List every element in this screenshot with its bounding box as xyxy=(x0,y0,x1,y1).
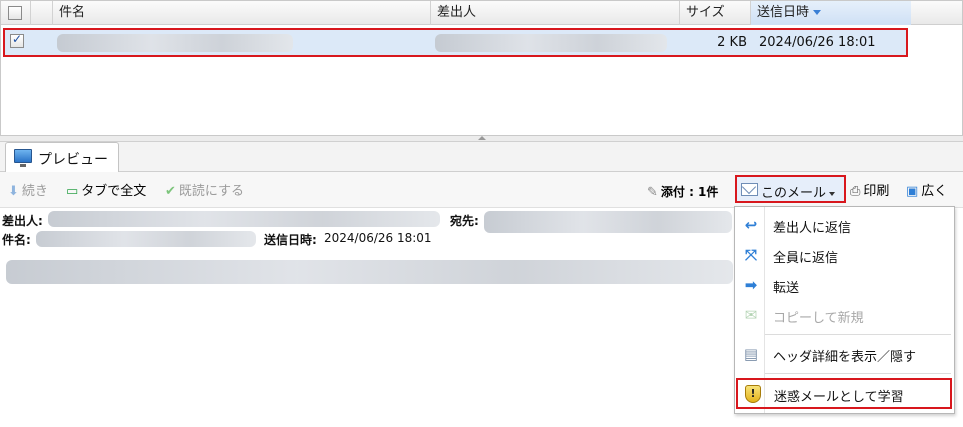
copy-new-icon: ✉ xyxy=(744,306,758,324)
document-icon: ▤ xyxy=(743,345,759,363)
reply-icon: ↩ xyxy=(744,216,758,234)
tab-preview-label: プレビュー xyxy=(38,152,108,168)
row-sent-at: 2024/06/26 18:01 xyxy=(759,35,876,50)
splitter-grip-icon[interactable] xyxy=(478,136,486,140)
tab-plus-icon: ▭ xyxy=(66,183,79,199)
select-all-checkbox[interactable] xyxy=(8,6,22,20)
menu-item-reply[interactable]: ↩ 差出人に返信 xyxy=(735,210,954,240)
mark-read-button[interactable]: ✔ 既読にする xyxy=(165,184,244,200)
menu-separator xyxy=(765,373,951,374)
menu-item-reply-label: 差出人に返信 xyxy=(773,221,852,236)
mail-list: 件名 差出人 サイズ 送信日時 2 KB 2024/06/26 18:01 xyxy=(0,0,963,136)
column-flag[interactable] xyxy=(30,1,52,25)
row-size: 2 KB xyxy=(717,35,747,50)
sent-label: 送信日時: xyxy=(264,233,317,247)
column-sender[interactable]: 差出人 xyxy=(430,1,679,25)
printer-icon: ⎙ xyxy=(850,183,861,199)
mail-row[interactable]: 2 KB 2024/06/26 18:01 xyxy=(3,28,908,57)
menu-item-copy-new-label: コピーして新規 xyxy=(773,311,864,326)
menu-separator xyxy=(765,334,951,335)
column-sent-at-label: 送信日時 xyxy=(757,5,810,20)
menu-item-toggle-headers-label: ヘッダ詳細を表示／隠す xyxy=(773,350,917,365)
menu-item-forward-label: 転送 xyxy=(773,281,800,296)
menu-item-copy-new[interactable]: ✉ コピーして新規 xyxy=(735,300,954,330)
subject-value-redacted xyxy=(36,231,256,247)
reply-all-icon: ⤧ xyxy=(744,246,757,264)
row-checkbox[interactable] xyxy=(10,32,24,48)
preview-tabstrip: プレビュー xyxy=(0,142,963,173)
subject-label: 件名: xyxy=(2,233,31,247)
forward-icon: ➡ xyxy=(744,276,758,294)
attachments-label: 添付 : 1件 xyxy=(660,185,719,199)
this-mail-menu: ↩ 差出人に返信 ⤧ 全員に返信 ➡ 転送 ✉ コピーして新規 ▤ ヘッダ詳細を… xyxy=(734,206,955,414)
next-button[interactable]: ⬇ 続き xyxy=(8,184,48,200)
chevron-down-icon xyxy=(829,191,836,196)
tab-preview[interactable]: プレビュー xyxy=(5,142,119,173)
wide-button[interactable]: ▣ 広く xyxy=(906,184,947,200)
envelope-icon xyxy=(741,183,758,196)
menu-item-learn-spam[interactable]: ! 迷惑メールとして学習 xyxy=(736,378,952,409)
window-icon: ▣ xyxy=(906,183,919,199)
subject-redacted xyxy=(57,34,293,52)
column-size[interactable]: サイズ xyxy=(679,1,750,25)
menu-item-learn-spam-label: 迷惑メールとして学習 xyxy=(774,390,904,405)
check-icon: ✔ xyxy=(165,183,176,199)
from-redacted xyxy=(48,211,440,227)
print-label: 印刷 xyxy=(863,184,890,199)
monitor-icon xyxy=(14,149,32,167)
column-sent-at[interactable]: 送信日時 xyxy=(750,1,911,25)
shield-icon: ! xyxy=(745,385,761,403)
to-label: 宛先: xyxy=(450,214,479,228)
sort-desc-icon xyxy=(813,10,822,15)
full-in-tab-button[interactable]: ▭ タブで全文 xyxy=(66,184,146,200)
from-label: 差出人: xyxy=(2,214,43,228)
this-mail-label: このメール xyxy=(761,182,836,201)
wide-label: 広く xyxy=(921,184,948,199)
menu-item-reply-all[interactable]: ⤧ 全員に返信 xyxy=(735,240,954,270)
mark-read-label: 既読にする xyxy=(178,184,245,199)
to-redacted xyxy=(484,211,732,233)
body-redacted xyxy=(6,260,733,284)
menu-item-toggle-headers[interactable]: ▤ ヘッダ詳細を表示／隠す xyxy=(735,339,954,369)
next-label: 続き xyxy=(21,184,48,199)
sender-redacted xyxy=(435,34,667,52)
full-in-tab-label: タブで全文 xyxy=(81,184,147,199)
this-mail-button[interactable]: このメール xyxy=(735,175,846,203)
menu-item-reply-all-label: 全員に返信 xyxy=(773,251,839,266)
attachments-button[interactable]: ✎ 添付 : 1件 xyxy=(647,184,718,200)
sent-value: 2024/06/26 18:01 xyxy=(324,231,432,245)
print-button[interactable]: ⎙ 印刷 xyxy=(850,184,889,200)
download-arrow-icon: ⬇ xyxy=(8,183,19,199)
column-subject[interactable]: 件名 xyxy=(52,1,430,25)
list-header: 件名 差出人 サイズ 送信日時 xyxy=(1,1,962,25)
menu-item-forward[interactable]: ➡ 転送 xyxy=(735,270,954,300)
paperclip-icon: ✎ xyxy=(647,184,658,200)
